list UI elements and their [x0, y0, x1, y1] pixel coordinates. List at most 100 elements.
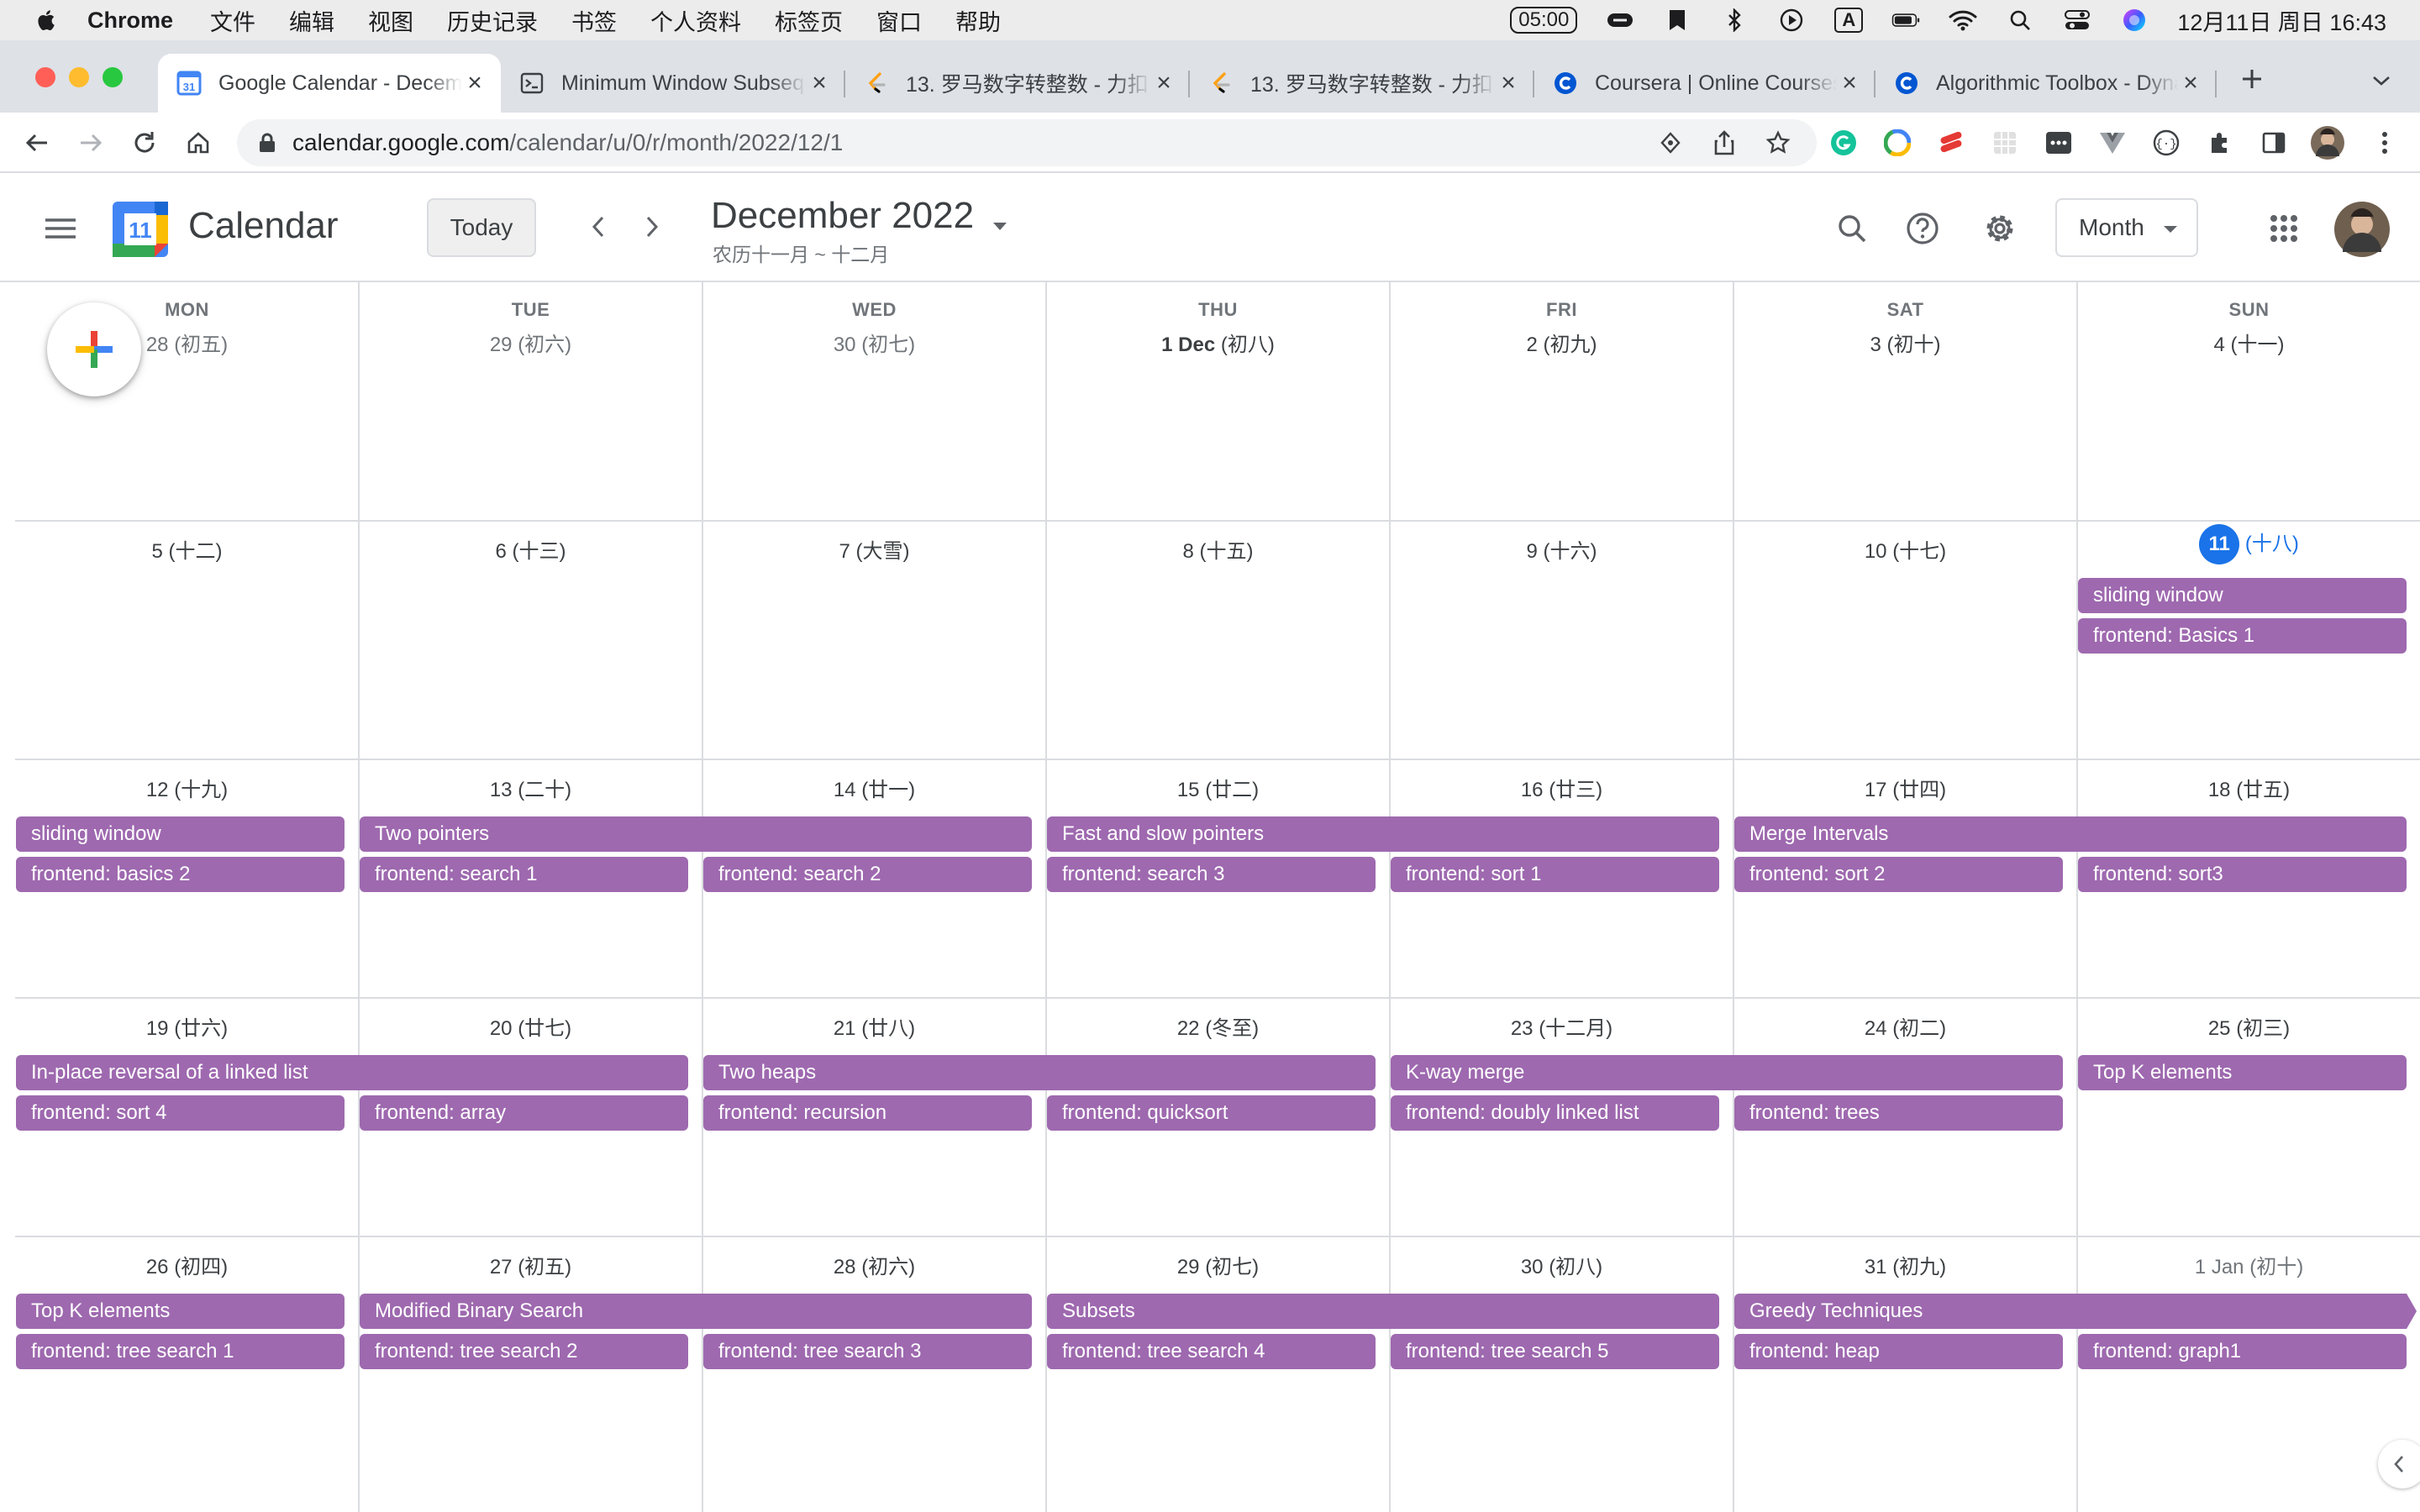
calendar-event[interactable]: frontend: heap: [1734, 1334, 2063, 1369]
day-cell-date[interactable]: 24 (初二): [1733, 1011, 2077, 1041]
day-cell-date[interactable]: 27 (初五): [359, 1250, 702, 1279]
create-event-button[interactable]: [47, 302, 141, 396]
day-number[interactable]: 1 Jan: [2195, 1256, 2244, 1278]
day-cell-date[interactable]: 30 (初八): [1390, 1250, 1733, 1279]
tab-minimum-window[interactable]: Minimum Window Subsequence ×: [501, 54, 845, 113]
day-number[interactable]: 15: [1177, 779, 1200, 801]
calendar-event[interactable]: frontend: tree search 3: [703, 1334, 1032, 1369]
day-cell-date[interactable]: 6 (十三): [359, 534, 702, 564]
calendar-event[interactable]: Two pointers: [360, 816, 1032, 852]
day-number[interactable]: 13: [490, 779, 513, 801]
day-cell-date[interactable]: 19 (廿六): [15, 1011, 359, 1041]
calendar-event[interactable]: frontend: search 1: [360, 857, 688, 892]
today-date-badge[interactable]: 11: [2199, 524, 2240, 564]
tracking-eye-icon[interactable]: [1652, 124, 1689, 161]
calendar-event[interactable]: frontend: tree search 2: [360, 1334, 688, 1369]
today-button[interactable]: Today: [427, 198, 536, 257]
tab-leetcode-1[interactable]: 13. 罗马数字转整数 - 力扣 ×: [845, 54, 1190, 113]
day-number[interactable]: 24: [1865, 1017, 1887, 1040]
calendar-event[interactable]: frontend: search 3: [1047, 857, 1376, 892]
day-cell-date[interactable]: 1 Dec (初八): [1046, 328, 1390, 357]
tab-close-icon[interactable]: ×: [2178, 69, 2203, 97]
day-number[interactable]: 26: [146, 1256, 169, 1278]
share-icon[interactable]: [1706, 124, 1743, 161]
day-cell-date[interactable]: 17 (廿四): [1733, 773, 2077, 802]
google-calendar-logo[interactable]: 11: [113, 202, 168, 257]
day-cell-date[interactable]: 25 (初三): [2077, 1011, 2420, 1041]
menu-tab[interactable]: 标签页: [775, 4, 843, 37]
day-cell-date[interactable]: 7 (大雪): [702, 534, 1046, 564]
day-cell-date[interactable]: 8 (十五): [1046, 534, 1390, 564]
calendar-event[interactable]: frontend: search 2: [703, 857, 1032, 892]
tab-close-icon[interactable]: ×: [1837, 69, 1862, 97]
menu-profiles[interactable]: 个人资料: [650, 4, 741, 37]
chrome-extension-color-icon[interactable]: [1879, 124, 1916, 161]
calendar-event[interactable]: Modified Binary Search: [360, 1294, 1032, 1329]
day-cell-date[interactable]: 16 (廿三): [1390, 773, 1733, 802]
menu-edit[interactable]: 编辑: [289, 4, 334, 37]
calendar-event[interactable]: sliding window: [2078, 578, 2407, 613]
calendar-event[interactable]: frontend: recursion: [703, 1095, 1032, 1131]
siri-icon[interactable]: [2120, 8, 2149, 33]
next-month-chevron-icon[interactable]: [634, 208, 671, 245]
calendar-event[interactable]: Greedy Techniques: [1734, 1294, 2417, 1329]
day-number[interactable]: 20: [490, 1017, 513, 1040]
code-braces-extension-icon[interactable]: {·}: [2148, 124, 2185, 161]
calendar-event[interactable]: frontend: sort 4: [16, 1095, 345, 1131]
day-number[interactable]: 2: [1526, 333, 1537, 356]
tab-algorithmic-toolbox[interactable]: Algorithmic Toolbox - Dynamic ×: [1876, 54, 2217, 113]
day-cell-date[interactable]: 12 (十九): [15, 773, 359, 802]
day-number[interactable]: 1 Dec: [1161, 333, 1215, 356]
menu-bookmarks[interactable]: 书签: [571, 4, 617, 37]
day-number[interactable]: 8: [1182, 540, 1193, 563]
calendar-event[interactable]: Two heaps: [703, 1055, 1376, 1090]
calendar-event[interactable]: K-way merge: [1391, 1055, 2063, 1090]
menu-file[interactable]: 文件: [210, 4, 255, 37]
forward-arrow-icon[interactable]: [72, 124, 109, 161]
day-number[interactable]: 4: [2213, 333, 2224, 356]
timer-status[interactable]: 05:00: [1510, 7, 1578, 34]
settings-gear-icon[interactable]: [1980, 208, 2020, 249]
day-cell-date[interactable]: 5 (十二): [15, 534, 359, 564]
grid-extension-icon[interactable]: [1986, 124, 2023, 161]
calendar-event[interactable]: frontend: graph1: [2078, 1334, 2407, 1369]
browser-menu-kebab-icon[interactable]: [2366, 124, 2403, 161]
calendar-event[interactable]: frontend: basics 2: [16, 857, 345, 892]
input-method-indicator[interactable]: A: [1834, 8, 1864, 33]
window-close-button[interactable]: [35, 67, 55, 87]
day-cell-date[interactable]: 11 (十八): [2077, 524, 2420, 564]
reload-icon[interactable]: [126, 124, 163, 161]
day-number[interactable]: 23: [1511, 1017, 1534, 1040]
day-cell-date[interactable]: 29 (初七): [1046, 1250, 1390, 1279]
back-arrow-icon[interactable]: [18, 124, 55, 161]
menubar-clock[interactable]: 12月11日 周日 16:43: [2177, 4, 2386, 37]
day-cell-date[interactable]: 26 (初四): [15, 1250, 359, 1279]
day-number[interactable]: 6: [495, 540, 506, 563]
week-row[interactable]: 12 (十九) 13 (二十) 14 (廿一) 15 (廿二) 16 (廿三) 17 (廿…: [15, 759, 2420, 998]
calendar-event[interactable]: frontend: doubly linked list: [1391, 1095, 1719, 1131]
window-zoom-button[interactable]: [103, 67, 123, 87]
day-cell-date[interactable]: 13 (二十): [359, 773, 702, 802]
cloud-sync-icon[interactable]: [1606, 8, 1634, 33]
bookmark-star-icon[interactable]: [1760, 124, 1797, 161]
day-number[interactable]: 28: [146, 333, 169, 356]
day-number[interactable]: 18: [2208, 779, 2231, 801]
home-icon[interactable]: [180, 124, 217, 161]
menu-help[interactable]: 帮助: [955, 4, 1001, 37]
day-number[interactable]: 7: [839, 540, 850, 563]
tab-close-icon[interactable]: ×: [462, 69, 487, 97]
calendar-event[interactable]: frontend: tree search 1: [16, 1334, 345, 1369]
tab-coursera[interactable]: Coursera | Online Courses ×: [1534, 54, 1876, 113]
day-cell-date[interactable]: 20 (廿七): [359, 1011, 702, 1041]
wifi-icon[interactable]: [1949, 8, 1977, 33]
calendar-event[interactable]: frontend: sort 1: [1391, 857, 1719, 892]
battery-icon[interactable]: [1891, 8, 1920, 33]
day-number[interactable]: 31: [1865, 1256, 1887, 1278]
calendar-event[interactable]: frontend: tree search 4: [1047, 1334, 1376, 1369]
calendar-event[interactable]: Subsets: [1047, 1294, 1719, 1329]
calendar-event[interactable]: frontend: trees: [1734, 1095, 2063, 1131]
day-number[interactable]: 19: [146, 1017, 169, 1040]
play-circle-icon[interactable]: [1777, 8, 1806, 33]
previous-month-chevron-icon[interactable]: [580, 208, 617, 245]
day-cell-date[interactable]: 2 (初九): [1390, 328, 1733, 357]
